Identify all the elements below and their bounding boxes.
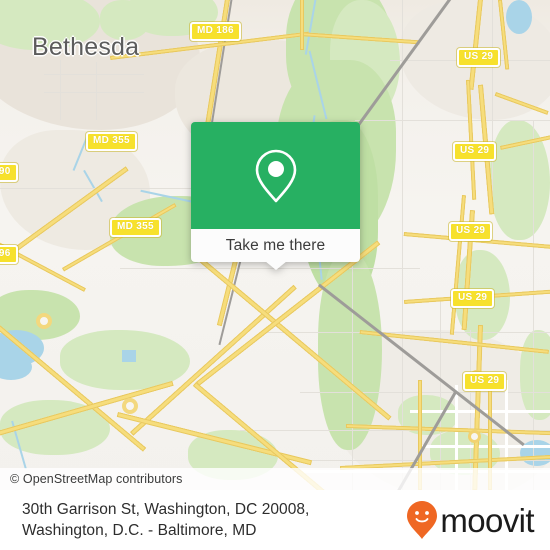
highway-shield[interactable]: US 29 bbox=[451, 289, 495, 308]
moovit-pin-icon bbox=[407, 501, 438, 539]
highway-shield[interactable]: 396 bbox=[0, 245, 18, 264]
callout-icon-area bbox=[191, 122, 360, 229]
map-minor-road bbox=[44, 74, 144, 75]
address-line-1: 30th Garrison St, Washington, DC 20008, bbox=[22, 501, 310, 518]
footer-bar: 30th Garrison St, Washington, DC 20008, … bbox=[0, 490, 550, 550]
map-minor-road bbox=[96, 62, 97, 120]
moovit-brand[interactable]: moovit bbox=[407, 501, 535, 539]
map-minor-road bbox=[60, 60, 61, 120]
callout-tail bbox=[264, 261, 287, 270]
highway-shield[interactable]: US 29 bbox=[463, 372, 507, 391]
map-minor-road bbox=[355, 120, 550, 121]
map-roundabout bbox=[36, 313, 52, 329]
address-block: 30th Garrison St, Washington, DC 20008, … bbox=[22, 499, 309, 541]
highway-shield[interactable]: MD 355 bbox=[86, 132, 137, 151]
map-pin-icon bbox=[255, 149, 296, 202]
address-line-2: Washington, D.C. - Baltimore, MD bbox=[22, 522, 257, 539]
map-minor-road bbox=[300, 392, 550, 393]
map-roundabout bbox=[468, 430, 481, 443]
moovit-wordmark: moovit bbox=[440, 501, 534, 539]
map-city-label-bethesda: Bethesda bbox=[32, 33, 140, 61]
highway-shield[interactable]: 190 bbox=[0, 163, 18, 182]
map-canvas[interactable]: Bethesda MD 186 US 29 MD 355 US 29 190 M… bbox=[0, 0, 550, 490]
map-local-road bbox=[420, 445, 550, 448]
map-attribution-bar: © OpenStreetMap contributors bbox=[0, 468, 550, 490]
osm-attribution-text[interactable]: © OpenStreetMap contributors bbox=[10, 472, 183, 486]
map-minor-road bbox=[402, 0, 403, 490]
highway-shield[interactable]: US 29 bbox=[449, 222, 493, 241]
map-water bbox=[122, 350, 136, 362]
map-minor-road bbox=[44, 92, 144, 93]
highway-shield[interactable]: MD 186 bbox=[190, 22, 241, 41]
map-minor-road bbox=[352, 260, 353, 490]
map-minor-road bbox=[260, 332, 550, 333]
highway-shield[interactable]: MD 355 bbox=[110, 218, 161, 237]
map-park bbox=[520, 330, 550, 420]
map-roundabout bbox=[122, 398, 138, 414]
callout-action-bar[interactable]: Take me there bbox=[191, 229, 360, 270]
highway-shield[interactable]: US 29 bbox=[457, 48, 501, 67]
location-callout[interactable]: Take me there bbox=[191, 122, 360, 270]
highway-shield[interactable]: US 29 bbox=[453, 142, 497, 161]
map-water bbox=[506, 0, 532, 34]
take-me-there-label: Take me there bbox=[225, 236, 326, 254]
map-minor-road bbox=[492, 0, 493, 200]
map-highway bbox=[300, 0, 304, 50]
